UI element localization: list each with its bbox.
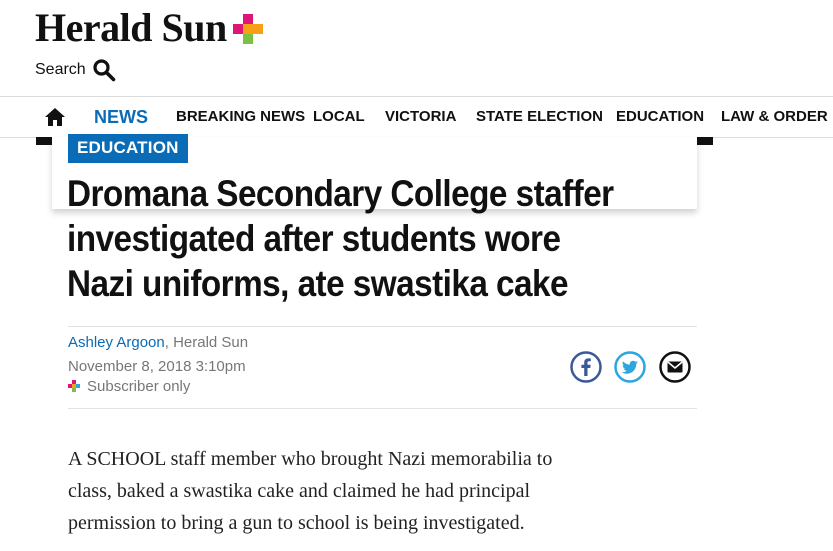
logo-text: Herald Sun	[35, 5, 227, 50]
byline: Ashley Argoon, Herald Sun	[68, 334, 248, 351]
search-icon	[93, 59, 116, 82]
divider-bottom	[68, 408, 697, 409]
subscriber-badge: Subscriber only	[68, 378, 190, 395]
article-intro: A SCHOOL staff member who brought Nazi m…	[68, 443, 668, 539]
home-icon[interactable]	[44, 107, 66, 127]
publish-date: November 8, 2018 3:10pm	[68, 358, 246, 375]
intro-line: permission to bring a gun to school is b…	[68, 512, 525, 534]
intro-line: A SCHOOL staff member who brought Nazi m…	[68, 448, 553, 470]
intro-line: class, baked a swastika cake and claimed…	[68, 480, 531, 502]
headline-line: Nazi uniforms, ate swastika cake	[67, 263, 569, 304]
plus-icon	[68, 380, 81, 393]
article-headline: Dromana Secondary College staffer invest…	[67, 171, 715, 306]
divider-top	[68, 326, 697, 327]
search-label: Search	[35, 61, 86, 78]
headline-line: investigated after students wore	[67, 218, 561, 259]
email-icon	[659, 351, 691, 383]
search-button[interactable]: Search	[35, 58, 116, 82]
nav-item-victoria[interactable]: VICTORIA	[385, 97, 456, 137]
nav-item-state-election[interactable]: STATE ELECTION	[476, 97, 603, 137]
plus-logo-icon	[232, 14, 263, 44]
nav-item-news[interactable]: NEWS	[94, 97, 148, 137]
author-link[interactable]: Ashley Argoon	[68, 334, 165, 351]
logo[interactable]: Herald Sun	[35, 6, 263, 50]
publication-name: , Herald Sun	[164, 334, 249, 351]
nav-item-education[interactable]: EDUCATION	[616, 97, 704, 137]
dark-strip-right	[697, 137, 713, 145]
headline-line: Dromana Secondary College staffer	[67, 173, 614, 214]
share-facebook-button[interactable]	[570, 351, 602, 383]
subscriber-label: Subscriber only	[87, 378, 191, 395]
main-nav: NEWS BREAKING NEWS LOCAL VICTORIA STATE …	[0, 96, 833, 138]
nav-item-breaking-news[interactable]: BREAKING NEWS	[176, 97, 305, 137]
facebook-icon	[570, 351, 602, 383]
nav-item-local[interactable]: LOCAL	[313, 97, 365, 137]
share-email-button[interactable]	[659, 351, 691, 383]
section-tag[interactable]: EDUCATION	[68, 134, 188, 163]
twitter-icon	[614, 351, 646, 383]
share-twitter-button[interactable]	[614, 351, 646, 383]
nav-item-law-order[interactable]: LAW & ORDER	[721, 97, 828, 137]
